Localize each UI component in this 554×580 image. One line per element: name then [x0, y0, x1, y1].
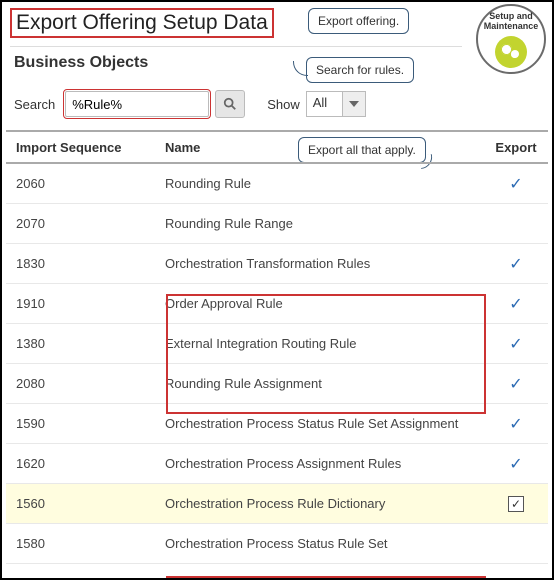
check-icon: ✓ [509, 336, 522, 353]
cell-sequence: 2060 [6, 176, 161, 191]
col-export[interactable]: Export [492, 140, 548, 155]
highlight-box-2 [166, 576, 486, 580]
cell-export[interactable]: ✓ [492, 374, 548, 394]
callout-search-rules: Search for rules. [306, 57, 414, 83]
cell-export[interactable]: ✓ [492, 454, 548, 474]
cell-sequence: 2070 [6, 216, 161, 231]
cell-export[interactable]: ✓ [492, 414, 548, 434]
business-objects-table: Import Sequence Name Export 2060Rounding… [6, 130, 548, 578]
table-row[interactable]: 1620Orchestration Process Assignment Rul… [6, 444, 548, 484]
gears-icon [495, 36, 527, 68]
cell-name: External Integration Routing Rule [161, 336, 492, 351]
search-icon [223, 97, 237, 111]
cell-name: Rounding Rule [161, 176, 492, 191]
search-label: Search [14, 97, 55, 112]
search-button[interactable] [215, 90, 245, 118]
cell-name: Orchestration Process Rule Dictionary [161, 496, 492, 511]
badge-line2: Maintenance [478, 22, 544, 32]
chevron-down-icon [349, 101, 359, 107]
table-header: Import Sequence Name Export [6, 130, 548, 164]
table-row[interactable]: 1910Order Approval Rule ✓ [6, 284, 548, 324]
table-row[interactable]: 2060Rounding Rule ✓ [6, 164, 548, 204]
show-value: All [306, 91, 342, 117]
page-title: Export Offering Setup Data [10, 8, 274, 38]
table-row[interactable]: 2080Rounding Rule Assignment ✓ [6, 364, 548, 404]
cell-name: Orchestration Process Assignment Rules [161, 456, 492, 471]
cell-sequence: 1830 [6, 256, 161, 271]
check-icon: ✓ [509, 376, 522, 393]
cell-sequence: 1910 [6, 296, 161, 311]
table-row[interactable]: 1580Orchestration Process Status Rule Se… [6, 524, 548, 564]
check-icon: ✓ [509, 416, 522, 433]
show-label: Show [267, 97, 300, 112]
col-import-sequence[interactable]: Import Sequence [6, 140, 161, 155]
cell-name: Order Approval Rule [161, 296, 492, 311]
table-row[interactable]: 1380External Integration Routing Rule ✓ [6, 324, 548, 364]
export-checkbox[interactable]: ✓ [508, 496, 524, 512]
table-row[interactable]: 1560Orchestration Process Rule Dictionar… [6, 484, 548, 524]
setup-maintenance-badge[interactable]: Setup and Maintenance [476, 4, 546, 74]
section-title: Business Objects [14, 54, 148, 72]
cell-export[interactable]: ✓ [492, 496, 548, 512]
cell-name: Rounding Rule Assignment [161, 376, 492, 391]
col-name[interactable]: Name [161, 140, 492, 155]
cell-export[interactable]: ✓ [492, 334, 548, 354]
cell-sequence: 2080 [6, 376, 161, 391]
show-dropdown-button[interactable] [342, 91, 366, 117]
callout-export-offering: Export offering. [308, 8, 409, 34]
cell-sequence: 1560 [6, 496, 161, 511]
cell-export[interactable]: ✓ [492, 174, 548, 194]
cell-export[interactable]: ✓ [492, 254, 548, 274]
check-icon: ✓ [509, 456, 522, 473]
check-icon: ✓ [509, 256, 522, 273]
cell-sequence: 1580 [6, 536, 161, 551]
cell-name: Orchestration Transformation Rules [161, 256, 492, 271]
cell-sequence: 1590 [6, 416, 161, 431]
cell-sequence: 1620 [6, 456, 161, 471]
cell-name: Rounding Rule Range [161, 216, 492, 231]
check-icon: ✓ [509, 296, 522, 313]
table-row[interactable]: 1590Orchestration Process Status Rule Se… [6, 404, 548, 444]
divider [10, 46, 462, 47]
cell-export[interactable]: ✓ [492, 294, 548, 314]
cell-name: Orchestration Process Status Rule Set As… [161, 416, 492, 431]
show-select[interactable]: All [306, 91, 366, 117]
cell-name: Orchestration Process Status Rule Set [161, 536, 492, 551]
check-icon: ✓ [509, 176, 522, 193]
search-input[interactable] [65, 91, 209, 117]
cell-sequence: 1380 [6, 336, 161, 351]
table-row[interactable]: 2070Rounding Rule Range [6, 204, 548, 244]
table-row[interactable]: 1830Orchestration Transformation Rules ✓ [6, 244, 548, 284]
